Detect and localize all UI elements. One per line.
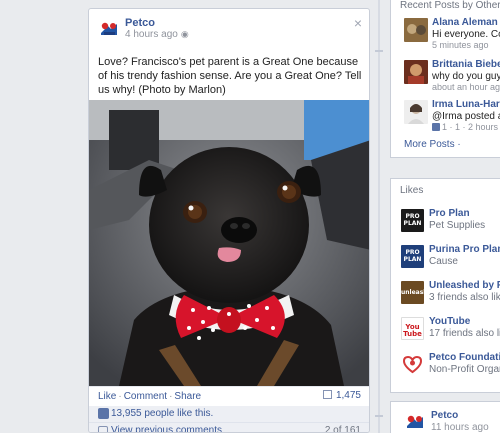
post-author[interactable]: Alana Aleman — [432, 17, 498, 28]
post-author[interactable]: Irma Luna-Haro — [432, 99, 500, 110]
liked-page-category: Pet Supplies — [429, 220, 486, 231]
timeline-marker — [375, 50, 383, 52]
avatar[interactable] — [404, 18, 428, 42]
liked-page-name[interactable]: Purina Pro Plan Ra — [429, 244, 500, 255]
purina-logo-icon[interactable]: PRO PLAN — [401, 245, 424, 268]
recent-post-item[interactable]: Brittania Bieber why do you guys r about… — [391, 58, 500, 94]
proplan-logo-icon[interactable]: PRO PLAN — [401, 209, 424, 232]
liked-page-item[interactable]: PRO PLAN Purina Pro Plan Ra Cause — [391, 243, 500, 273]
comments-pager: 2 of 161 — [324, 425, 361, 433]
next-story-card: Petco 11 hours ago — [390, 401, 500, 433]
story-time-text: 4 hours ago — [125, 29, 178, 40]
post-time[interactable]: 5 minutes ago — [432, 40, 489, 50]
share-count[interactable]: 1,475 — [322, 390, 361, 401]
petco-logo-icon[interactable] — [98, 18, 120, 40]
next-story-page-name[interactable]: Petco — [431, 410, 458, 421]
story-photo-pug[interactable] — [89, 100, 370, 386]
more-posts-link[interactable]: More Posts · — [404, 139, 461, 150]
share-link[interactable]: Share — [174, 391, 201, 402]
liked-page-category: Cause — [429, 256, 458, 267]
story-actions: Like · Comment · Share 1,475 — [89, 386, 369, 406]
next-story-timestamp[interactable]: 11 hours ago — [431, 422, 489, 433]
story-text: Love? Francisco's pet parent is a Great … — [98, 56, 362, 96]
liked-page-category: 3 friends also like t — [429, 292, 500, 303]
likes-panel: Likes PRO PLAN Pro Plan Pet Supplies PRO… — [390, 178, 500, 393]
liked-page-item[interactable]: Petco Foundation Non-Profit Organiz — [391, 351, 500, 381]
recent-posts-title: Recent Posts by Others on — [400, 0, 500, 11]
petco-foundation-logo-icon[interactable] — [401, 353, 424, 376]
post-time[interactable]: about an hour ago — [432, 82, 500, 92]
thumbs-up-icon — [98, 408, 109, 419]
privacy-globe-icon: ◉ — [180, 29, 189, 39]
post-meta: 1 · 1 · 2 hours ago — [432, 122, 500, 132]
story-page-name[interactable]: Petco — [125, 17, 155, 29]
timeline-marker — [375, 415, 383, 417]
post-author[interactable]: Brittania Bieber — [432, 59, 500, 70]
timeline-story: Petco 4 hours ago ◉ × Love? Francisco's p… — [88, 8, 370, 433]
unleashed-logo-icon[interactable]: unleashed — [401, 281, 424, 304]
view-previous-comments-link[interactable]: View previous comments — [111, 425, 222, 432]
liked-page-item[interactable]: PRO PLAN Pro Plan Pet Supplies — [391, 207, 500, 237]
avatar[interactable] — [404, 100, 428, 124]
likes-summary: 13,955 people like this. — [89, 406, 369, 422]
comment-bubble-icon — [98, 426, 108, 432]
liked-page-item[interactable]: You Tube YouTube 17 friends also like — [391, 315, 500, 345]
post-time[interactable]: · 1 · 2 hours ago — [450, 122, 500, 132]
avatar[interactable] — [404, 60, 428, 84]
post-snippet: Hi everyone. Co — [432, 29, 500, 40]
recent-post-item[interactable]: Irma Luna-Haro @Irma posted a p 1 · 1 · … — [391, 98, 500, 134]
likes-count-link[interactable]: 13,955 people like this. — [111, 408, 213, 419]
liked-page-category: Non-Profit Organiz — [429, 364, 500, 375]
action-links: Like · Comment · Share — [98, 391, 201, 402]
post-like-count[interactable]: 1 — [442, 122, 447, 132]
like-link[interactable]: Like — [98, 391, 116, 402]
comments-summary: View previous comments 2 of 161 — [89, 422, 369, 433]
recent-posts-panel: Recent Posts by Others on Alana Aleman H… — [390, 0, 500, 158]
close-icon[interactable]: × — [354, 15, 362, 31]
thumbs-up-icon — [432, 123, 440, 131]
liked-page-item[interactable]: unleashed Unleashed by Petco 3 friends a… — [391, 279, 500, 309]
share-count-text: 1,475 — [335, 390, 361, 401]
liked-page-name[interactable]: Petco Foundation — [429, 352, 500, 363]
recent-post-item[interactable]: Alana Aleman Hi everyone. Co 5 minutes a… — [391, 16, 500, 52]
liked-page-name[interactable]: Unleashed by Petco — [429, 280, 500, 291]
comment-link[interactable]: Comment — [124, 391, 167, 402]
post-snippet: why do you guys r — [432, 71, 500, 82]
story-timestamp[interactable]: 4 hours ago ◉ — [125, 29, 189, 40]
separator: · — [118, 391, 122, 402]
likes-title: Likes — [400, 185, 424, 196]
liked-page-name[interactable]: YouTube — [429, 316, 470, 327]
youtube-logo-icon[interactable]: You Tube — [401, 317, 424, 340]
shares-icon — [322, 390, 332, 399]
petco-logo-icon[interactable] — [404, 411, 426, 433]
timeline-spine — [378, 0, 380, 433]
liked-page-name[interactable]: Pro Plan — [429, 208, 470, 219]
post-snippet: @Irma posted a p — [432, 111, 500, 122]
story-header: Petco 4 hours ago ◉ × — [89, 9, 369, 41]
liked-page-category: 17 friends also like — [429, 328, 500, 339]
